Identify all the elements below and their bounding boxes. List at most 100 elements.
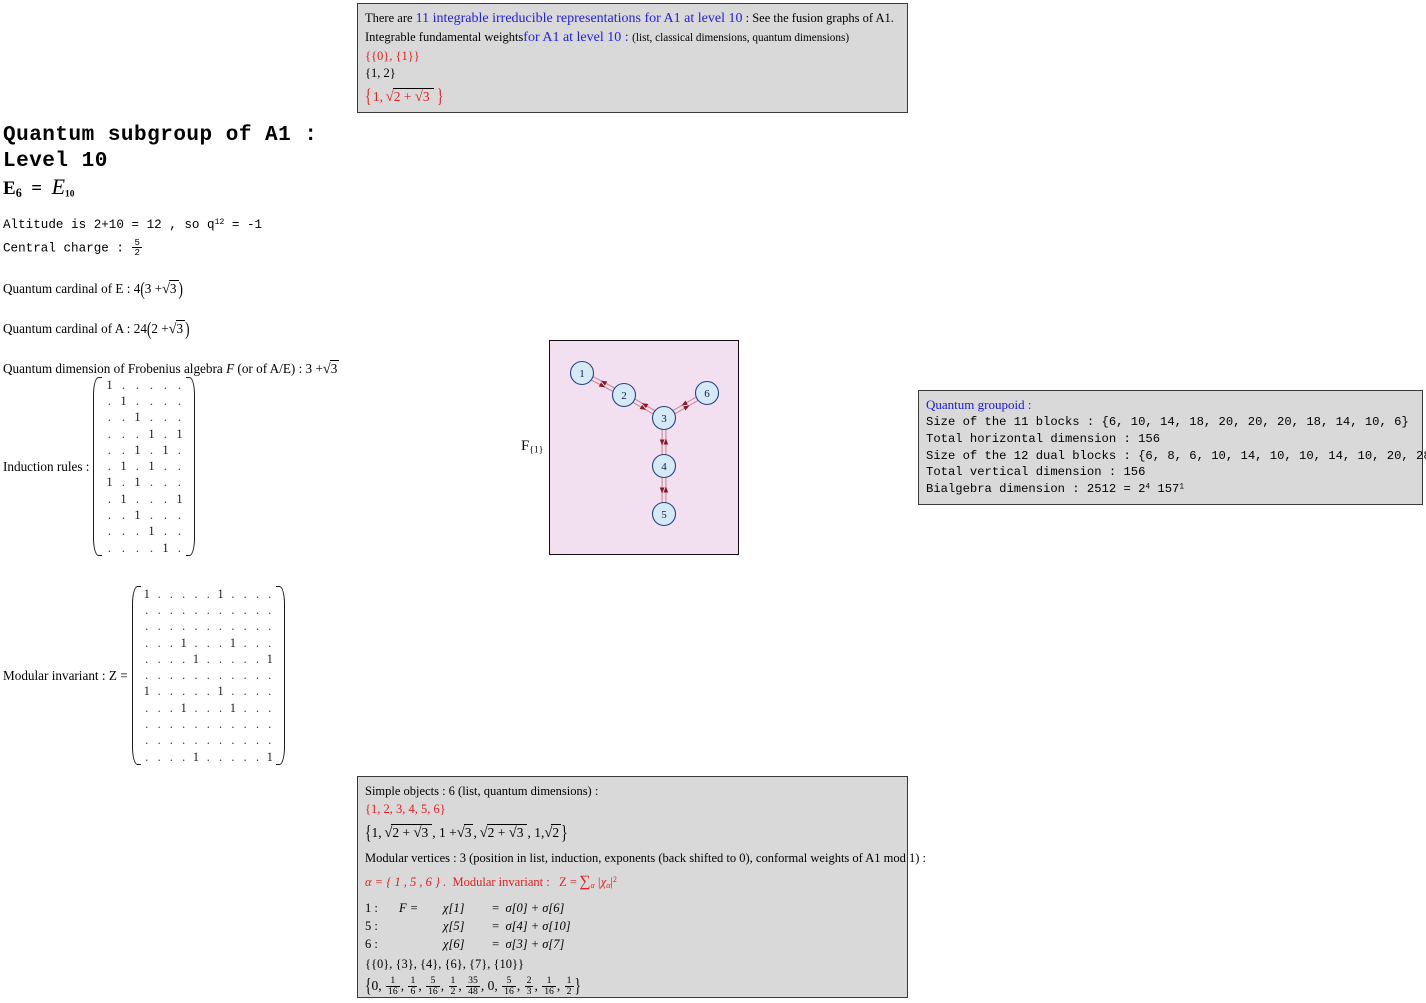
weights-separator: , [556,977,564,993]
dim2-inner: 3 [420,824,431,841]
quantum-dims: {{1, 1, √2 + √3 } [365,85,444,108]
matrix-cell: 1 [134,475,141,490]
matrix-cell: . [149,410,153,425]
blocks-value: {6, 10, 14, 18, 20, 20, 20, 18, 14, 10, … [1101,414,1409,429]
matrix-cell: . [243,635,247,650]
central-charge-line: Central charge : 52 [3,238,143,257]
chi-row: 1 : F = χ[1] = σ[0] + σ[6] [365,899,900,917]
radicand-inner: 3 [421,88,432,105]
page-title: Quantum subgroup of A1 : Level 10 E6 = E… [3,123,317,201]
matrix-cell: . [219,651,223,666]
altitude-exponent: 12 [214,218,225,228]
matrix-cell: . [157,717,161,732]
matrix-cell: . [182,749,186,764]
groupoid-horizontal: Total horizontal dimension : 156 [926,431,1415,448]
quantum-cardinal-A: Quantum cardinal of A : 24(2 +√3) [3,317,190,340]
matrix-cell: . [157,749,161,764]
matrix-cell: . [255,668,259,683]
matrix-cell: . [255,700,259,715]
matrix-cell: . [231,619,235,634]
dim6-radicand: 2 [551,824,562,841]
weights-separator: , [378,977,385,993]
matrix-cell: . [163,377,167,392]
weights-separator: , [418,977,426,993]
matrix-cell: . [169,668,173,683]
matrix-cell: . [243,733,247,748]
frobenius-symbol: F [226,361,235,376]
matrix-row: .... 1..... 1 [141,749,276,765]
matrix-cell: . [194,586,198,601]
qcard-e-radicand: 3 [168,280,179,296]
matrix-row: . 1... 1 [102,491,186,507]
matrix-cell: . [107,426,111,441]
matrix-cell: . [268,717,272,732]
fusion-graph-panel[interactable]: 1 2 3 4 5 6 [549,340,739,555]
matrix-cell: . [145,635,149,650]
central-charge-value: 52 [132,238,142,257]
matrix-cell: 1 [176,491,183,506]
matrix-cell: . [177,377,181,392]
bialgebra-label: Bialgebra dimension : [926,482,1087,497]
weights-separator: , [458,977,466,993]
chi-row-frobenius: F = [399,901,419,916]
e-sub: 6 [15,186,22,201]
matrix-cell: . [107,410,111,425]
matrix-cell: . [255,749,259,764]
frobenius-radicand: 3 [329,360,340,376]
chi-row-rhs: σ[0] + σ[6] [505,901,565,916]
matrix-cell: . [219,602,223,617]
matrix-cell: . [206,635,210,650]
dual-label: Size of the 12 dual blocks : [926,448,1139,463]
matrix-cell: . [206,651,210,666]
graph-edge-arrow-icon [663,438,669,445]
chi-exponent: 2 [612,874,617,884]
matrix-row: ... 1.. [102,524,186,540]
matrix-row: 1..... 1.... [141,684,276,700]
fusion-graph-svg[interactable]: 1 2 3 4 5 6 [550,341,740,556]
matrix-row: . 1.... [102,393,186,409]
sum-symbol: ∑ [579,872,591,890]
simple-objects-list: {1, 2, 3, 4, 5, 6} [365,802,446,817]
matrix-cell: . [121,508,125,523]
dual-value: {6, 8, 6, 10, 14, 10, 10, 14, 10, 20, 28… [1138,448,1426,463]
conformal-weight: 12 [564,975,574,997]
matrix-cell: . [182,717,186,732]
matrix-cell: . [219,619,223,634]
matrix-cell: . [255,635,259,650]
weights-close-brace: } [574,974,581,996]
matrix-cell: . [194,684,198,699]
matrix-row: .. 1... [102,410,186,426]
weights-separator: , [480,977,488,993]
matrix-cell: . [163,524,167,539]
matrix-cell: . [231,602,235,617]
matrix-cell: 1 [143,586,150,601]
horiz-value: 156 [1138,431,1161,446]
matrix-cell: 1 [162,442,169,457]
matrix-cell: . [243,749,247,764]
matrix-cell: . [255,733,259,748]
matrix-cell: . [268,619,272,634]
matrix-cell: . [182,651,186,666]
weights-separator: , [534,977,542,993]
matrix-cell: . [121,475,125,490]
matrix-cell: . [243,586,247,601]
matrix-cell: . [177,410,181,425]
frobenius-value: 3 + [305,361,323,376]
matrix-cell: . [219,749,223,764]
matrix-cell: . [268,733,272,748]
matrix-cell: . [243,700,247,715]
graph-node-label-3: 3 [661,413,667,425]
matrix-row: 1..... 1.... [141,586,276,602]
matrix-cell: . [149,540,153,555]
matrix-cell: . [145,602,149,617]
matrix-row: .. 1... [102,507,186,523]
groupoid-bialgebra: Bialgebra dimension : 2512 = 24 1571 [926,481,1415,498]
matrix-bracket-left [93,377,103,557]
qcard-e-coeff: 4 [133,281,141,296]
matrix-cell: . [163,393,167,408]
matrix-cell: . [169,651,173,666]
matrix-cell: 1 [229,635,236,650]
matrix-cell: . [157,700,161,715]
matrix-cell: 1 [162,540,169,555]
sqrt-outer: √2 + √3 [386,87,434,107]
